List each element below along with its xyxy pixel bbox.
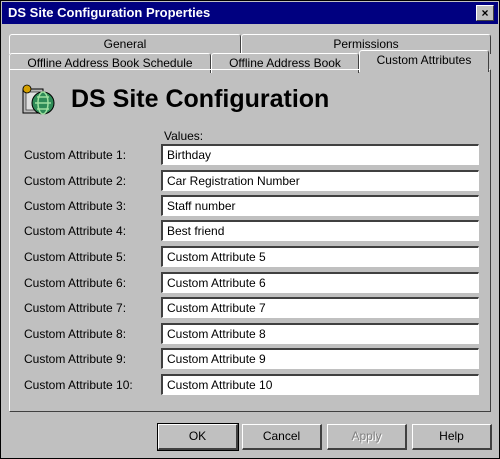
custom-attribute-8-field[interactable] xyxy=(161,323,479,344)
custom-attribute-9-label: Custom Attribute 9: xyxy=(24,352,127,366)
custom-attribute-8-label: Custom Attribute 8: xyxy=(24,327,127,341)
ds-site-icon xyxy=(22,84,55,115)
apply-button[interactable]: Apply xyxy=(327,424,407,450)
custom-attribute-5-label: Custom Attribute 5: xyxy=(24,250,127,264)
custom-attribute-4-label: Custom Attribute 4: xyxy=(24,224,127,238)
custom-attribute-6-field[interactable] xyxy=(161,272,479,293)
custom-attribute-9-field[interactable] xyxy=(161,348,479,369)
tab-general[interactable]: General xyxy=(9,34,241,54)
ok-button[interactable]: OK xyxy=(157,423,239,451)
page-title: DS Site Configuration xyxy=(71,85,330,113)
custom-attribute-10-field[interactable] xyxy=(161,374,479,395)
custom-attribute-7-label: Custom Attribute 7: xyxy=(24,301,127,315)
custom-attribute-10-label: Custom Attribute 10: xyxy=(24,378,133,392)
custom-attribute-2-field[interactable] xyxy=(161,170,479,191)
help-button[interactable]: Help xyxy=(412,424,492,450)
custom-attribute-2-label: Custom Attribute 2: xyxy=(24,174,127,188)
custom-attribute-1-label: Custom Attribute 1: xyxy=(24,148,127,162)
values-column-label: Values: xyxy=(164,129,204,143)
custom-attribute-1-field[interactable] xyxy=(161,144,479,165)
custom-attribute-4-field[interactable] xyxy=(161,220,479,241)
cancel-button[interactable]: Cancel xyxy=(242,424,322,450)
tab-custom-attributes[interactable]: Custom Attributes xyxy=(359,50,489,72)
window-title: DS Site Configuration Properties xyxy=(8,5,211,20)
custom-attribute-5-field[interactable] xyxy=(161,246,479,267)
properties-dialog: DS Site Configuration Properties × Gener… xyxy=(0,0,500,459)
title-bar[interactable]: DS Site Configuration Properties × xyxy=(2,2,498,24)
custom-attribute-3-label: Custom Attribute 3: xyxy=(24,199,127,213)
custom-attribute-7-field[interactable] xyxy=(161,297,479,318)
close-button[interactable]: × xyxy=(476,5,494,21)
custom-attribute-6-label: Custom Attribute 6: xyxy=(24,276,127,290)
custom-attribute-3-field[interactable] xyxy=(161,195,479,216)
